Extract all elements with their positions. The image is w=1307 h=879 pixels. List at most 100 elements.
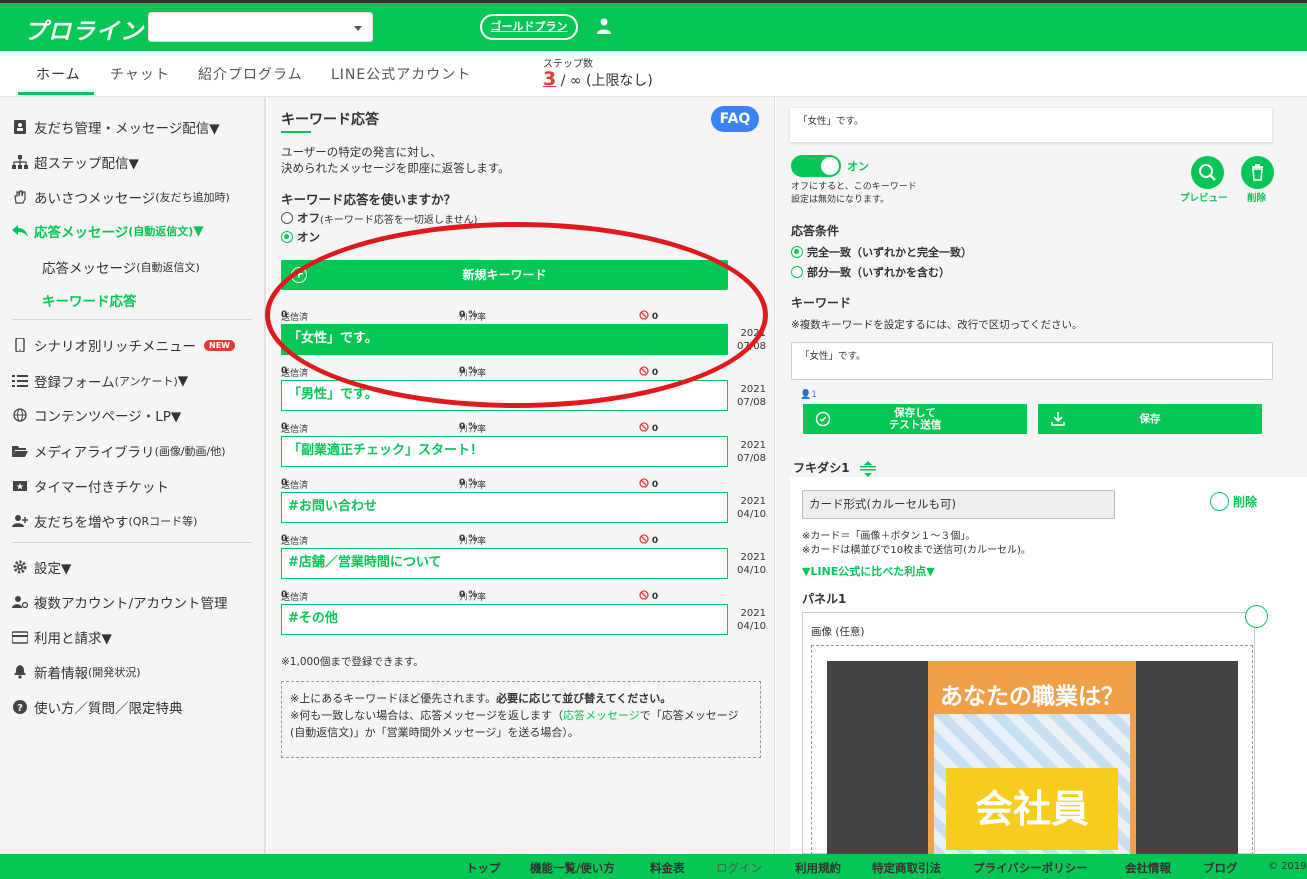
account-select[interactable] bbox=[148, 12, 373, 42]
sidebar-divider bbox=[12, 542, 252, 543]
sidebar-item-step[interactable]: 超ステップ配信▼ bbox=[12, 152, 139, 172]
keyword-row[interactable]: #その他 bbox=[281, 604, 728, 635]
image-drop-area[interactable]: あなたの職業は？ 会社員 bbox=[811, 645, 1253, 856]
ticket-icon bbox=[13, 481, 27, 491]
block-count: 0 bbox=[639, 478, 658, 490]
sidebar-item-accounts[interactable]: 複数アカウント/アカウント管理 bbox=[12, 592, 228, 612]
user-icon[interactable] bbox=[597, 18, 611, 34]
sent-count: 送信済 0 bbox=[281, 422, 309, 435]
drag-handle-icon[interactable] bbox=[858, 460, 878, 477]
footer-link-login[interactable]: ログイン bbox=[716, 860, 762, 876]
sidebar-item-response[interactable]: 応答メッセージ (自動返信文) ▼ bbox=[12, 221, 204, 241]
keyword-date: 2021 07/08 bbox=[737, 440, 766, 464]
user-cog-icon bbox=[12, 596, 28, 609]
steps-limit: / ∞ (上限なし) bbox=[560, 73, 653, 89]
app-logo[interactable]: プロライン bbox=[24, 12, 144, 46]
footer-link-company[interactable]: 会社情報 bbox=[1125, 860, 1171, 876]
block-count: 0 bbox=[639, 366, 658, 378]
footer-link-commerce[interactable]: 特定商取引法 bbox=[872, 860, 941, 876]
new-keyword-button[interactable]: + 新規キーワード bbox=[281, 260, 728, 290]
top-nav: ホーム チャット 紹介プログラム LINE公式アカウント ステップ数 3 / ∞… bbox=[0, 51, 1307, 97]
ban-icon bbox=[639, 422, 649, 432]
sidebar-item-friends[interactable]: 友だち管理・メッセージ配信▼ bbox=[12, 117, 220, 137]
block-count: 0 bbox=[639, 590, 658, 602]
sidebar-item-increase[interactable]: 友だちを増やす (QRコード等) bbox=[12, 511, 197, 531]
line-merit-toggle[interactable]: ▼LINE公式に比べた利点▼ bbox=[802, 563, 935, 579]
keyword-panel: キーワード応答 FAQ ユーザーの特定の発言に対し、 決められたメッセージを即座… bbox=[268, 97, 775, 854]
keyword-off-radio[interactable]: オフ (キーワード応答を一切返しません) bbox=[281, 210, 478, 226]
keyword-date: 2021 04/10 bbox=[737, 552, 766, 576]
faq-button[interactable]: FAQ bbox=[711, 106, 759, 132]
tab-chat[interactable]: チャット bbox=[110, 64, 170, 84]
ban-icon bbox=[639, 590, 649, 600]
keyword-row[interactable]: 「女性」です。 bbox=[281, 324, 728, 355]
save-and-test-button[interactable]: 保存して テスト送信 bbox=[803, 404, 1027, 434]
tab-referral[interactable]: 紹介プログラム bbox=[198, 64, 303, 84]
keyword-row[interactable]: 「男性」です。 bbox=[281, 380, 728, 411]
keyword-date: 2021 04/10 bbox=[737, 496, 766, 520]
keyword-row[interactable]: #お問い合わせ bbox=[281, 492, 728, 523]
condition-exact-radio[interactable]: 完全一致（いずれかと完全一致） bbox=[791, 244, 972, 260]
message-preview-card[interactable]: 「女性」です。 bbox=[790, 108, 1272, 142]
limit-note: ※1,000個まで登録できます。 bbox=[281, 656, 424, 668]
sidebar-item-keyword[interactable]: キーワード応答 bbox=[42, 290, 137, 310]
radio-partial-circle[interactable] bbox=[791, 266, 803, 278]
sitemap-icon bbox=[12, 155, 28, 169]
sidebar-item-settings[interactable]: 設定▼ bbox=[12, 557, 71, 577]
footer-link-privacy[interactable]: プライバシーポリシー bbox=[973, 860, 1088, 876]
footer-link-terms[interactable]: 利用規約 bbox=[795, 860, 841, 876]
svg-text:?: ? bbox=[17, 703, 23, 714]
keyword-on-radio[interactable]: オン bbox=[281, 229, 320, 245]
title-underline bbox=[281, 131, 311, 133]
download-icon bbox=[1051, 412, 1065, 426]
steps-current[interactable]: 3 bbox=[543, 68, 556, 90]
radio-exact-circle[interactable] bbox=[791, 246, 803, 258]
ban-icon bbox=[639, 534, 649, 544]
keyword-textarea[interactable]: 「女性」です。 bbox=[791, 342, 1273, 380]
preview-button[interactable] bbox=[1191, 156, 1224, 189]
preview-label[interactable]: プレビュー bbox=[1180, 190, 1228, 204]
bubble-delete-link[interactable]: 削除 bbox=[1210, 492, 1257, 511]
sidebar-item-news[interactable]: 新着情報 (開発状況) bbox=[12, 662, 141, 682]
sidebar-item-greeting[interactable]: あいさつメッセージ (友だち追加時) bbox=[12, 187, 230, 207]
tab-line-official[interactable]: LINE公式アカウント bbox=[331, 64, 471, 84]
sidebar-item-media[interactable]: メディアライブラリ (画像/動画/他) bbox=[12, 441, 226, 461]
keyword-date: 2021 07/08 bbox=[737, 328, 766, 352]
search-icon bbox=[1199, 164, 1216, 181]
sent-count: 送信済 0 bbox=[281, 366, 309, 379]
sidebar-item-response-message[interactable]: 応答メッセージ (自動返信文) bbox=[42, 257, 200, 277]
address-book-icon bbox=[14, 120, 26, 134]
sent-count: 送信済 0 bbox=[281, 310, 309, 323]
keyword-enable-toggle[interactable] bbox=[791, 155, 841, 177]
sidebar-item-help[interactable]: ? 使い方／質問／限定特典 bbox=[12, 697, 183, 717]
page-title: キーワード応答 bbox=[281, 112, 379, 128]
bubble-title: フキダシ1 bbox=[793, 459, 878, 477]
footer-link-pricing[interactable]: 料金表 bbox=[650, 860, 685, 876]
keyword-detail-panel: 「女性」です。 オン オフにすると、このキーワード 設定は無効になります。 プレ… bbox=[776, 97, 1307, 856]
keyword-row[interactable]: #店舗／営業時間について bbox=[281, 548, 728, 579]
click-rate: ｸﾘｯｸ率 0 % bbox=[459, 534, 487, 547]
save-button[interactable]: 保存 bbox=[1038, 404, 1262, 434]
footer-link-top[interactable]: トップ bbox=[466, 860, 501, 876]
keyword-row[interactable]: 「副業適正チェック」スタート！ bbox=[281, 436, 728, 467]
sidebar-item-ticket[interactable]: タイマー付きチケット bbox=[12, 476, 169, 496]
bell-icon bbox=[14, 665, 26, 679]
panel-trash-icon[interactable] bbox=[1245, 605, 1268, 628]
sidebar-item-rich-menu[interactable]: シナリオ別リッチメニュー NEW bbox=[12, 335, 235, 355]
condition-partial-radio[interactable]: 部分一致（いずれかを含む） bbox=[791, 264, 950, 280]
keyword-stats: 送信済 0 ｸﾘｯｸ率 0 % 0 bbox=[281, 310, 728, 323]
image-card: あなたの職業は？ 会社員 bbox=[928, 661, 1136, 856]
radio-on-circle[interactable] bbox=[281, 231, 293, 243]
response-message-link[interactable]: 応答メッセージ bbox=[563, 709, 640, 722]
footer-link-blog[interactable]: ブログ bbox=[1203, 860, 1238, 876]
footer-link-features[interactable]: 機能一覧/使い方 bbox=[530, 860, 615, 876]
sidebar-item-content[interactable]: コンテンツページ・LP▼ bbox=[12, 405, 181, 425]
delete-button[interactable] bbox=[1241, 156, 1274, 189]
sidebar-item-form[interactable]: 登録フォーム (アンケート) ▼ bbox=[12, 371, 188, 391]
plan-button[interactable]: ゴールドプラン bbox=[480, 14, 578, 40]
sidebar-item-billing[interactable]: 利用と請求▼ bbox=[12, 627, 112, 647]
bubble-type-select[interactable]: カード形式(カルーセルも可) bbox=[802, 490, 1115, 519]
delete-label[interactable]: 削除 bbox=[1247, 190, 1266, 204]
tab-home[interactable]: ホーム bbox=[36, 64, 81, 84]
radio-off-circle[interactable] bbox=[281, 212, 293, 224]
